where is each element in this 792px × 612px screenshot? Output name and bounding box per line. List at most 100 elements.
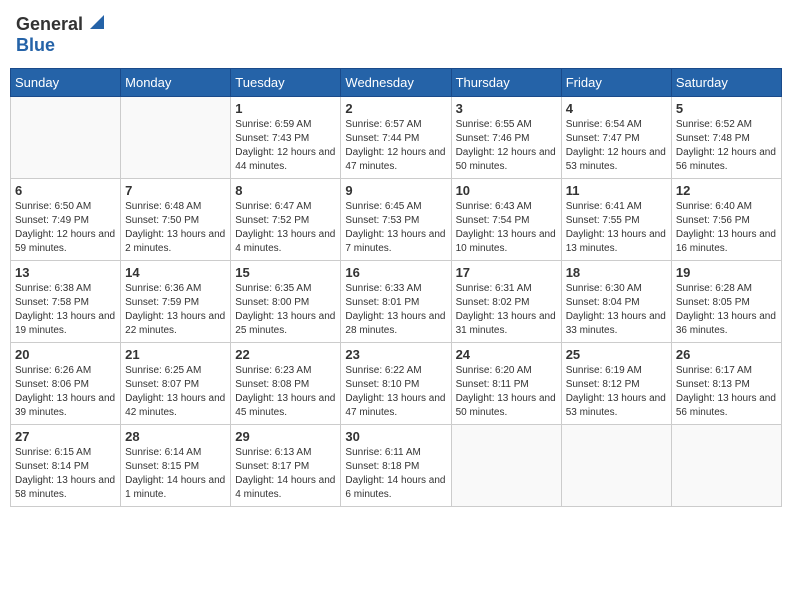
- day-info: Sunrise: 6:47 AM Sunset: 7:52 PM Dayligh…: [235, 200, 336, 256]
- calendar-cell: 19 Sunrise: 6:28 AM Sunset: 8:05 PM Dayli…: [671, 261, 781, 343]
- day-info: Sunrise: 6:15 AM Sunset: 8:14 PM Dayligh…: [15, 446, 116, 502]
- page-header: General Blue: [10, 10, 782, 60]
- calendar-cell: 30 Sunrise: 6:11 AM Sunset: 8:18 PM Dayli…: [341, 425, 451, 507]
- day-info: Sunrise: 6:41 AM Sunset: 7:55 PM Dayligh…: [566, 200, 667, 256]
- calendar-cell: [451, 425, 561, 507]
- calendar-week-4: 20 Sunrise: 6:26 AM Sunset: 8:06 PM Dayli…: [11, 343, 782, 425]
- calendar-cell: 22Sunrise: 6:23 AM Sunset: 8:08 PM Dayli…: [231, 343, 341, 425]
- day-number: 8: [235, 183, 336, 198]
- day-number: 22: [235, 347, 336, 362]
- day-info: Sunrise: 6:48 AM Sunset: 7:50 PM Dayligh…: [125, 200, 226, 256]
- day-info: Sunrise: 6:25 AM Sunset: 8:07 PM Dayligh…: [125, 364, 226, 420]
- calendar-table: SundayMondayTuesdayWednesdayThursdayFrid…: [10, 68, 782, 507]
- day-number: 20: [15, 347, 116, 362]
- day-number: 3: [456, 101, 557, 116]
- calendar-week-3: 13 Sunrise: 6:38 AM Sunset: 7:58 PM Dayli…: [11, 261, 782, 343]
- day-info: Sunrise: 6:38 AM Sunset: 7:58 PM Dayligh…: [15, 282, 116, 338]
- calendar-cell: 8 Sunrise: 6:47 AM Sunset: 7:52 PM Daylig…: [231, 179, 341, 261]
- logo-general-text: General: [16, 14, 83, 35]
- day-number: 6: [15, 183, 116, 198]
- calendar-cell: 11 Sunrise: 6:41 AM Sunset: 7:55 PM Dayli…: [561, 179, 671, 261]
- day-header-thursday: Thursday: [451, 69, 561, 97]
- day-header-monday: Monday: [121, 69, 231, 97]
- day-number: 4: [566, 101, 667, 116]
- calendar-cell: 21Sunrise: 6:25 AM Sunset: 8:07 PM Dayli…: [121, 343, 231, 425]
- day-info: Sunrise: 6:54 AM Sunset: 7:47 PM Dayligh…: [566, 118, 667, 174]
- day-info: Sunrise: 6:33 AM Sunset: 8:01 PM Dayligh…: [345, 282, 446, 338]
- day-number: 18: [566, 265, 667, 280]
- day-number: 30: [345, 429, 446, 444]
- day-number: 1: [235, 101, 336, 116]
- day-number: 17: [456, 265, 557, 280]
- calendar-cell: 4 Sunrise: 6:54 AM Sunset: 7:47 PM Daylig…: [561, 97, 671, 179]
- calendar-cell: 3 Sunrise: 6:55 AM Sunset: 7:46 PM Daylig…: [451, 97, 561, 179]
- day-number: 9: [345, 183, 446, 198]
- calendar-cell: 26 Sunrise: 6:17 AM Sunset: 8:13 PM Dayli…: [671, 343, 781, 425]
- day-number: 23: [345, 347, 446, 362]
- day-header-tuesday: Tuesday: [231, 69, 341, 97]
- day-info: Sunrise: 6:26 AM Sunset: 8:06 PM Dayligh…: [15, 364, 116, 420]
- day-number: 25: [566, 347, 667, 362]
- day-number: 12: [676, 183, 777, 198]
- calendar-header-row: SundayMondayTuesdayWednesdayThursdayFrid…: [11, 69, 782, 97]
- day-number: 24: [456, 347, 557, 362]
- day-number: 14: [125, 265, 226, 280]
- calendar-cell: 14 Sunrise: 6:36 AM Sunset: 7:59 PM Dayli…: [121, 261, 231, 343]
- calendar-cell: 15 Sunrise: 6:35 AM Sunset: 8:00 PM Dayli…: [231, 261, 341, 343]
- day-info: Sunrise: 6:17 AM Sunset: 8:13 PM Dayligh…: [676, 364, 777, 420]
- day-number: 13: [15, 265, 116, 280]
- day-number: 5: [676, 101, 777, 116]
- calendar-cell: 18Sunrise: 6:30 AM Sunset: 8:04 PM Dayli…: [561, 261, 671, 343]
- day-info: Sunrise: 6:20 AM Sunset: 8:11 PM Dayligh…: [456, 364, 557, 420]
- calendar-week-5: 27Sunrise: 6:15 AM Sunset: 8:14 PM Dayli…: [11, 425, 782, 507]
- day-info: Sunrise: 6:45 AM Sunset: 7:53 PM Dayligh…: [345, 200, 446, 256]
- day-number: 2: [345, 101, 446, 116]
- calendar-cell: 29Sunrise: 6:13 AM Sunset: 8:17 PM Dayli…: [231, 425, 341, 507]
- calendar-cell: 27Sunrise: 6:15 AM Sunset: 8:14 PM Dayli…: [11, 425, 121, 507]
- day-info: Sunrise: 6:59 AM Sunset: 7:43 PM Dayligh…: [235, 118, 336, 174]
- day-header-wednesday: Wednesday: [341, 69, 451, 97]
- day-info: Sunrise: 6:57 AM Sunset: 7:44 PM Dayligh…: [345, 118, 446, 174]
- calendar-cell: [11, 97, 121, 179]
- day-number: 26: [676, 347, 777, 362]
- day-header-sunday: Sunday: [11, 69, 121, 97]
- day-info: Sunrise: 6:52 AM Sunset: 7:48 PM Dayligh…: [676, 118, 777, 174]
- logo-blue-text: Blue: [16, 35, 55, 56]
- day-number: 10: [456, 183, 557, 198]
- calendar-cell: 16 Sunrise: 6:33 AM Sunset: 8:01 PM Dayli…: [341, 261, 451, 343]
- day-info: Sunrise: 6:22 AM Sunset: 8:10 PM Dayligh…: [345, 364, 446, 420]
- day-number: 19: [676, 265, 777, 280]
- calendar-cell: 25 Sunrise: 6:19 AM Sunset: 8:12 PM Dayli…: [561, 343, 671, 425]
- calendar-cell: 23 Sunrise: 6:22 AM Sunset: 8:10 PM Dayli…: [341, 343, 451, 425]
- day-info: Sunrise: 6:40 AM Sunset: 7:56 PM Dayligh…: [676, 200, 777, 256]
- day-info: Sunrise: 6:50 AM Sunset: 7:49 PM Dayligh…: [15, 200, 116, 256]
- calendar-cell: 7Sunrise: 6:48 AM Sunset: 7:50 PM Daylig…: [121, 179, 231, 261]
- day-number: 29: [235, 429, 336, 444]
- calendar-cell: 10 Sunrise: 6:43 AM Sunset: 7:54 PM Dayli…: [451, 179, 561, 261]
- logo-triangle-icon: [86, 15, 104, 34]
- calendar-cell: 28Sunrise: 6:14 AM Sunset: 8:15 PM Dayli…: [121, 425, 231, 507]
- day-info: Sunrise: 6:28 AM Sunset: 8:05 PM Dayligh…: [676, 282, 777, 338]
- day-number: 16: [345, 265, 446, 280]
- day-info: Sunrise: 6:35 AM Sunset: 8:00 PM Dayligh…: [235, 282, 336, 338]
- calendar-cell: 17Sunrise: 6:31 AM Sunset: 8:02 PM Dayli…: [451, 261, 561, 343]
- day-info: Sunrise: 6:19 AM Sunset: 8:12 PM Dayligh…: [566, 364, 667, 420]
- calendar-cell: 9 Sunrise: 6:45 AM Sunset: 7:53 PM Daylig…: [341, 179, 451, 261]
- day-info: Sunrise: 6:36 AM Sunset: 7:59 PM Dayligh…: [125, 282, 226, 338]
- day-number: 15: [235, 265, 336, 280]
- calendar-week-1: 1 Sunrise: 6:59 AM Sunset: 7:43 PM Daylig…: [11, 97, 782, 179]
- calendar-cell: [561, 425, 671, 507]
- calendar-cell: 2 Sunrise: 6:57 AM Sunset: 7:44 PM Daylig…: [341, 97, 451, 179]
- calendar-cell: 24 Sunrise: 6:20 AM Sunset: 8:11 PM Dayli…: [451, 343, 561, 425]
- day-number: 11: [566, 183, 667, 198]
- day-info: Sunrise: 6:43 AM Sunset: 7:54 PM Dayligh…: [456, 200, 557, 256]
- calendar-cell: 1 Sunrise: 6:59 AM Sunset: 7:43 PM Daylig…: [231, 97, 341, 179]
- day-header-saturday: Saturday: [671, 69, 781, 97]
- day-info: Sunrise: 6:11 AM Sunset: 8:18 PM Dayligh…: [345, 446, 446, 502]
- calendar-week-2: 6 Sunrise: 6:50 AM Sunset: 7:49 PM Daylig…: [11, 179, 782, 261]
- day-info: Sunrise: 6:55 AM Sunset: 7:46 PM Dayligh…: [456, 118, 557, 174]
- calendar-cell: 12 Sunrise: 6:40 AM Sunset: 7:56 PM Dayli…: [671, 179, 781, 261]
- calendar-cell: 20 Sunrise: 6:26 AM Sunset: 8:06 PM Dayli…: [11, 343, 121, 425]
- logo: General Blue: [16, 14, 104, 56]
- day-info: Sunrise: 6:14 AM Sunset: 8:15 PM Dayligh…: [125, 446, 226, 502]
